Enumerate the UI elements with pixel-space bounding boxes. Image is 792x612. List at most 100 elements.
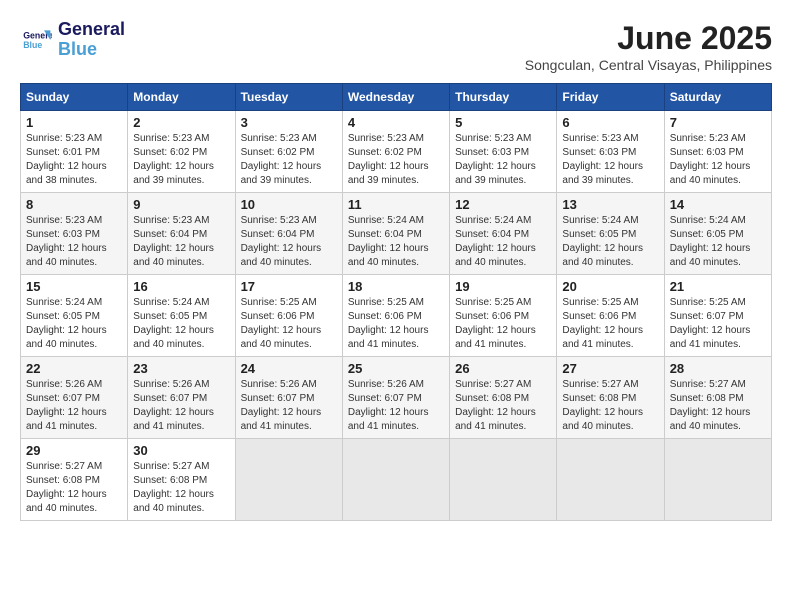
day-number: 25 bbox=[348, 361, 444, 376]
day-number: 17 bbox=[241, 279, 337, 294]
calendar-cell: 10 Sunrise: 5:23 AM Sunset: 6:04 PM Dayl… bbox=[235, 193, 342, 275]
day-info: Sunrise: 5:24 AM Sunset: 6:05 PM Dayligh… bbox=[562, 214, 658, 270]
day-number: 26 bbox=[455, 361, 551, 376]
day-number: 20 bbox=[562, 279, 658, 294]
day-number: 18 bbox=[348, 279, 444, 294]
day-number: 15 bbox=[26, 279, 122, 294]
calendar-cell: 26 Sunrise: 5:27 AM Sunset: 6:08 PM Dayl… bbox=[450, 357, 557, 439]
weekday-fri: Friday bbox=[557, 84, 664, 111]
day-info: Sunrise: 5:27 AM Sunset: 6:08 PM Dayligh… bbox=[26, 460, 122, 516]
day-number: 23 bbox=[133, 361, 229, 376]
day-info: Sunrise: 5:23 AM Sunset: 6:01 PM Dayligh… bbox=[26, 132, 122, 188]
day-number: 27 bbox=[562, 361, 658, 376]
calendar-cell: 9 Sunrise: 5:23 AM Sunset: 6:04 PM Dayli… bbox=[128, 193, 235, 275]
day-info: Sunrise: 5:26 AM Sunset: 6:07 PM Dayligh… bbox=[241, 378, 337, 434]
calendar-cell bbox=[664, 439, 771, 521]
day-number: 1 bbox=[26, 115, 122, 130]
day-number: 22 bbox=[26, 361, 122, 376]
calendar-cell: 18 Sunrise: 5:25 AM Sunset: 6:06 PM Dayl… bbox=[342, 275, 449, 357]
day-number: 28 bbox=[670, 361, 766, 376]
calendar-cell: 13 Sunrise: 5:24 AM Sunset: 6:05 PM Dayl… bbox=[557, 193, 664, 275]
day-info: Sunrise: 5:27 AM Sunset: 6:08 PM Dayligh… bbox=[133, 460, 229, 516]
calendar-cell: 20 Sunrise: 5:25 AM Sunset: 6:06 PM Dayl… bbox=[557, 275, 664, 357]
day-number: 7 bbox=[670, 115, 766, 130]
day-info: Sunrise: 5:26 AM Sunset: 6:07 PM Dayligh… bbox=[133, 378, 229, 434]
day-info: Sunrise: 5:25 AM Sunset: 6:07 PM Dayligh… bbox=[670, 296, 766, 352]
calendar-header: Sunday Monday Tuesday Wednesday Thursday… bbox=[21, 84, 772, 111]
day-info: Sunrise: 5:25 AM Sunset: 6:06 PM Dayligh… bbox=[241, 296, 337, 352]
day-info: Sunrise: 5:25 AM Sunset: 6:06 PM Dayligh… bbox=[455, 296, 551, 352]
calendar-week-3: 15 Sunrise: 5:24 AM Sunset: 6:05 PM Dayl… bbox=[21, 275, 772, 357]
day-number: 29 bbox=[26, 443, 122, 458]
calendar-cell: 11 Sunrise: 5:24 AM Sunset: 6:04 PM Dayl… bbox=[342, 193, 449, 275]
day-info: Sunrise: 5:27 AM Sunset: 6:08 PM Dayligh… bbox=[670, 378, 766, 434]
weekday-thu: Thursday bbox=[450, 84, 557, 111]
day-number: 30 bbox=[133, 443, 229, 458]
day-info: Sunrise: 5:26 AM Sunset: 6:07 PM Dayligh… bbox=[26, 378, 122, 434]
day-number: 13 bbox=[562, 197, 658, 212]
header: General Blue General Blue June 2025 Song… bbox=[20, 20, 772, 73]
calendar-cell: 6 Sunrise: 5:23 AM Sunset: 6:03 PM Dayli… bbox=[557, 111, 664, 193]
day-info: Sunrise: 5:23 AM Sunset: 6:02 PM Dayligh… bbox=[241, 132, 337, 188]
day-number: 16 bbox=[133, 279, 229, 294]
day-number: 5 bbox=[455, 115, 551, 130]
day-number: 14 bbox=[670, 197, 766, 212]
day-info: Sunrise: 5:23 AM Sunset: 6:03 PM Dayligh… bbox=[455, 132, 551, 188]
calendar-cell: 3 Sunrise: 5:23 AM Sunset: 6:02 PM Dayli… bbox=[235, 111, 342, 193]
calendar-week-4: 22 Sunrise: 5:26 AM Sunset: 6:07 PM Dayl… bbox=[21, 357, 772, 439]
calendar-cell: 5 Sunrise: 5:23 AM Sunset: 6:03 PM Dayli… bbox=[450, 111, 557, 193]
logo-line2: Blue bbox=[58, 40, 125, 60]
day-info: Sunrise: 5:23 AM Sunset: 6:03 PM Dayligh… bbox=[562, 132, 658, 188]
calendar-cell: 21 Sunrise: 5:25 AM Sunset: 6:07 PM Dayl… bbox=[664, 275, 771, 357]
day-info: Sunrise: 5:23 AM Sunset: 6:04 PM Dayligh… bbox=[241, 214, 337, 270]
calendar-cell: 29 Sunrise: 5:27 AM Sunset: 6:08 PM Dayl… bbox=[21, 439, 128, 521]
day-info: Sunrise: 5:26 AM Sunset: 6:07 PM Dayligh… bbox=[348, 378, 444, 434]
title-area: June 2025 Songculan, Central Visayas, Ph… bbox=[525, 20, 772, 73]
calendar-cell: 24 Sunrise: 5:26 AM Sunset: 6:07 PM Dayl… bbox=[235, 357, 342, 439]
logo: General Blue General Blue bbox=[20, 20, 125, 60]
day-number: 21 bbox=[670, 279, 766, 294]
day-number: 12 bbox=[455, 197, 551, 212]
day-number: 8 bbox=[26, 197, 122, 212]
calendar-cell: 30 Sunrise: 5:27 AM Sunset: 6:08 PM Dayl… bbox=[128, 439, 235, 521]
day-info: Sunrise: 5:24 AM Sunset: 6:05 PM Dayligh… bbox=[26, 296, 122, 352]
day-number: 6 bbox=[562, 115, 658, 130]
calendar-cell: 8 Sunrise: 5:23 AM Sunset: 6:03 PM Dayli… bbox=[21, 193, 128, 275]
calendar-table: Sunday Monday Tuesday Wednesday Thursday… bbox=[20, 83, 772, 521]
weekday-mon: Monday bbox=[128, 84, 235, 111]
day-number: 3 bbox=[241, 115, 337, 130]
day-info: Sunrise: 5:27 AM Sunset: 6:08 PM Dayligh… bbox=[562, 378, 658, 434]
day-info: Sunrise: 5:24 AM Sunset: 6:05 PM Dayligh… bbox=[670, 214, 766, 270]
location-subtitle: Songculan, Central Visayas, Philippines bbox=[525, 57, 772, 73]
day-info: Sunrise: 5:23 AM Sunset: 6:02 PM Dayligh… bbox=[133, 132, 229, 188]
month-title: June 2025 bbox=[525, 20, 772, 57]
weekday-sun: Sunday bbox=[21, 84, 128, 111]
weekday-sat: Saturday bbox=[664, 84, 771, 111]
calendar-cell: 17 Sunrise: 5:25 AM Sunset: 6:06 PM Dayl… bbox=[235, 275, 342, 357]
day-info: Sunrise: 5:23 AM Sunset: 6:02 PM Dayligh… bbox=[348, 132, 444, 188]
day-info: Sunrise: 5:23 AM Sunset: 6:04 PM Dayligh… bbox=[133, 214, 229, 270]
calendar-cell: 12 Sunrise: 5:24 AM Sunset: 6:04 PM Dayl… bbox=[450, 193, 557, 275]
calendar-cell: 27 Sunrise: 5:27 AM Sunset: 6:08 PM Dayl… bbox=[557, 357, 664, 439]
day-info: Sunrise: 5:23 AM Sunset: 6:03 PM Dayligh… bbox=[670, 132, 766, 188]
calendar-cell: 2 Sunrise: 5:23 AM Sunset: 6:02 PM Dayli… bbox=[128, 111, 235, 193]
day-number: 10 bbox=[241, 197, 337, 212]
calendar-week-1: 1 Sunrise: 5:23 AM Sunset: 6:01 PM Dayli… bbox=[21, 111, 772, 193]
day-number: 2 bbox=[133, 115, 229, 130]
calendar-cell bbox=[557, 439, 664, 521]
day-info: Sunrise: 5:25 AM Sunset: 6:06 PM Dayligh… bbox=[348, 296, 444, 352]
day-info: Sunrise: 5:24 AM Sunset: 6:04 PM Dayligh… bbox=[455, 214, 551, 270]
day-number: 24 bbox=[241, 361, 337, 376]
calendar-week-2: 8 Sunrise: 5:23 AM Sunset: 6:03 PM Dayli… bbox=[21, 193, 772, 275]
day-number: 4 bbox=[348, 115, 444, 130]
day-number: 11 bbox=[348, 197, 444, 212]
calendar-cell: 4 Sunrise: 5:23 AM Sunset: 6:02 PM Dayli… bbox=[342, 111, 449, 193]
calendar-cell: 25 Sunrise: 5:26 AM Sunset: 6:07 PM Dayl… bbox=[342, 357, 449, 439]
day-info: Sunrise: 5:23 AM Sunset: 6:03 PM Dayligh… bbox=[26, 214, 122, 270]
svg-text:Blue: Blue bbox=[23, 40, 42, 50]
calendar-cell: 14 Sunrise: 5:24 AM Sunset: 6:05 PM Dayl… bbox=[664, 193, 771, 275]
weekday-tue: Tuesday bbox=[235, 84, 342, 111]
calendar-cell: 15 Sunrise: 5:24 AM Sunset: 6:05 PM Dayl… bbox=[21, 275, 128, 357]
calendar-cell: 19 Sunrise: 5:25 AM Sunset: 6:06 PM Dayl… bbox=[450, 275, 557, 357]
calendar-cell: 16 Sunrise: 5:24 AM Sunset: 6:05 PM Dayl… bbox=[128, 275, 235, 357]
